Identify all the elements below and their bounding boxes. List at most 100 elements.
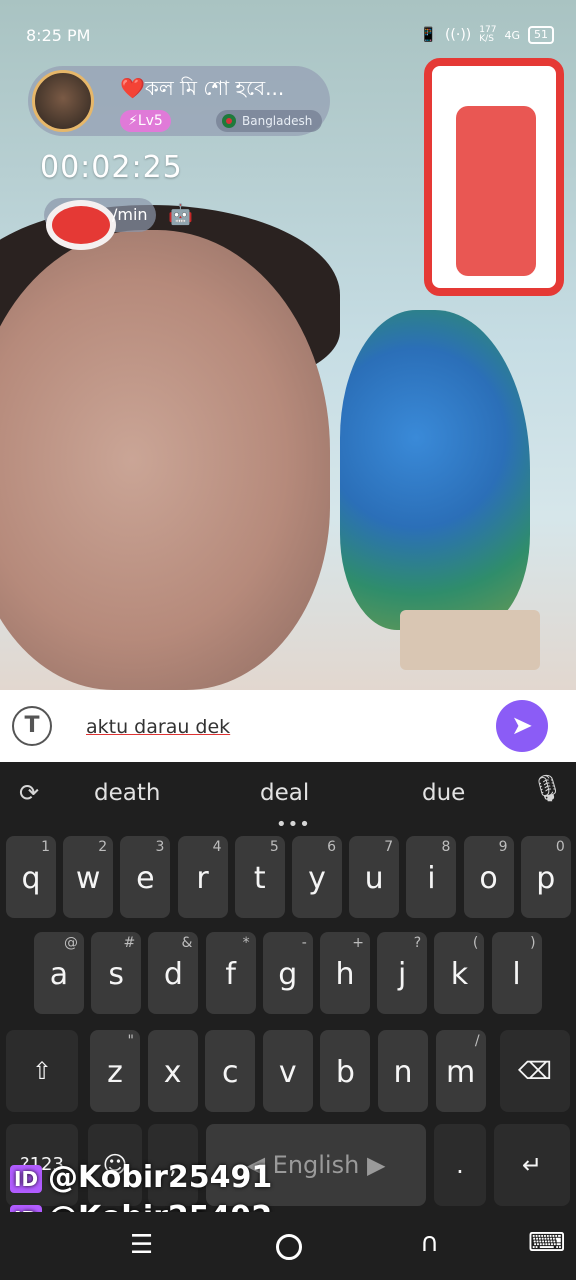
- background-plant: [340, 310, 530, 630]
- key-letter: m: [445, 1055, 476, 1090]
- key-t[interactable]: t5: [234, 836, 285, 918]
- key-b[interactable]: b: [320, 1030, 371, 1112]
- key-letter: b: [335, 1055, 355, 1090]
- period-key[interactable]: .: [434, 1124, 486, 1206]
- level-badge: ⚡Lv5: [120, 110, 171, 132]
- robot-icon[interactable]: 🤖: [168, 202, 194, 228]
- key-x[interactable]: x: [147, 1030, 198, 1112]
- translate-icon[interactable]: T: [12, 706, 52, 746]
- message-composer: T ➤: [0, 690, 576, 762]
- call-timer: 00:02:25: [40, 150, 183, 185]
- key-secondary: *: [242, 935, 250, 951]
- key-letter: h: [335, 957, 355, 992]
- key-s[interactable]: s #: [91, 932, 142, 1014]
- key-h[interactable]: h +: [320, 932, 370, 1014]
- key-letter: u: [364, 861, 384, 896]
- back-icon[interactable]: ∩: [420, 1228, 439, 1258]
- key-secondary: #: [123, 935, 136, 951]
- suggestion-death[interactable]: death: [94, 780, 160, 806]
- caller-face: [0, 230, 330, 690]
- suggestion-deal[interactable]: deal: [260, 780, 309, 806]
- key-secondary: 3: [155, 839, 165, 855]
- key-letter: a: [49, 957, 69, 992]
- recents-icon[interactable]: ☰: [130, 1230, 153, 1260]
- key-secondary: &: [181, 935, 193, 951]
- key-f[interactable]: f *: [205, 932, 256, 1014]
- shift-key[interactable]: ⇧: [6, 1030, 78, 1112]
- keyboard-hide-icon[interactable]: ⌨: [528, 1228, 566, 1258]
- key-d[interactable]: d &: [148, 932, 199, 1014]
- rate-suffix: /min: [112, 205, 148, 224]
- key-secondary: 7: [384, 839, 394, 855]
- key-c[interactable]: c: [205, 1030, 256, 1112]
- redaction-scribble: [46, 200, 116, 250]
- suggestion-bar: ⟳ death deal due ••• 🎙: [0, 762, 576, 835]
- key-letter: g: [278, 957, 298, 992]
- key-letter: s: [108, 957, 124, 992]
- status-icons: 📳 ((·)) 177 K/S 4G 51: [420, 26, 554, 44]
- enter-key[interactable]: ↵: [494, 1124, 570, 1206]
- more-suggestions-icon[interactable]: •••: [276, 814, 311, 835]
- microphone-icon[interactable]: 🎙: [530, 774, 564, 814]
- key-n[interactable]: n: [378, 1030, 428, 1112]
- key-letter: x: [163, 1055, 182, 1090]
- key-w[interactable]: w2: [63, 836, 114, 918]
- key-secondary: (: [472, 935, 479, 951]
- enter-icon: ↵: [521, 1151, 543, 1179]
- key-i[interactable]: i8: [406, 836, 457, 918]
- key-letter: o: [479, 861, 498, 896]
- key-u[interactable]: u7: [349, 836, 400, 918]
- caller-profile-pill[interactable]: ❤️কল মি শো হবে... ⚡Lv5 Bangladesh: [28, 66, 330, 136]
- key-secondary: ": [127, 1033, 134, 1049]
- watermark-1: ID @Kobir25491: [10, 1160, 272, 1195]
- key-j[interactable]: j?: [377, 932, 428, 1014]
- space-right-arrow-icon: ▶: [359, 1151, 386, 1179]
- network-type: 4G: [504, 28, 520, 42]
- key-letter: r: [196, 861, 209, 896]
- key-v[interactable]: v: [262, 1030, 313, 1112]
- key-secondary: /: [474, 1033, 480, 1049]
- home-icon[interactable]: [276, 1234, 302, 1260]
- message-input[interactable]: [84, 710, 468, 744]
- key-letter: z: [107, 1055, 123, 1090]
- key-m[interactable]: m /: [435, 1030, 486, 1112]
- key-r[interactable]: r4: [177, 836, 228, 918]
- battery-icon: 51: [528, 26, 554, 44]
- refresh-icon[interactable]: ⟳: [12, 776, 46, 810]
- key-p[interactable]: p0: [520, 836, 571, 918]
- key-l[interactable]: l): [491, 932, 542, 1014]
- key-letter: q: [21, 861, 41, 896]
- key-a[interactable]: a @: [34, 932, 84, 1014]
- navigation-bar: ☰ ∩ ⌨: [0, 1212, 576, 1280]
- key-secondary: ?: [413, 935, 422, 951]
- avatar[interactable]: [32, 70, 94, 132]
- key-z[interactable]: z ": [90, 1030, 140, 1112]
- key-letter: j: [398, 957, 407, 992]
- status-bar: 8:25 PM 📳 ((·)) 177 K/S 4G 51: [0, 22, 576, 52]
- key-letter: i: [427, 861, 436, 896]
- key-q[interactable]: q1: [6, 836, 56, 918]
- self-preview-redacted[interactable]: [424, 58, 564, 296]
- level-text: Lv5: [137, 113, 163, 129]
- key-o[interactable]: o9: [463, 836, 514, 918]
- key-secondary: 6: [327, 839, 336, 855]
- bangladesh-flag-icon: [222, 114, 236, 128]
- watermark-text-1: @Kobir25491: [48, 1160, 273, 1195]
- key-k[interactable]: k(: [434, 932, 485, 1014]
- key-letter: l: [512, 957, 521, 992]
- battery-level: 51: [534, 28, 548, 41]
- key-secondary: @: [64, 935, 78, 951]
- key-letter: t: [253, 861, 266, 896]
- key-secondary: 2: [98, 839, 108, 855]
- key-e[interactable]: e3: [120, 836, 171, 918]
- key-g[interactable]: g-: [262, 932, 313, 1014]
- suggestion-due[interactable]: due: [422, 780, 465, 806]
- key-letter: e: [136, 861, 155, 896]
- status-time: 8:25 PM: [26, 26, 91, 45]
- backspace-key[interactable]: ⌫: [500, 1030, 570, 1112]
- caller-username: ❤️কল মি শো হবে...: [120, 76, 285, 100]
- space-label: English: [272, 1151, 360, 1179]
- key-y[interactable]: y6: [292, 836, 342, 918]
- country-text: Bangladesh: [242, 114, 313, 128]
- send-button[interactable]: ➤: [496, 700, 548, 752]
